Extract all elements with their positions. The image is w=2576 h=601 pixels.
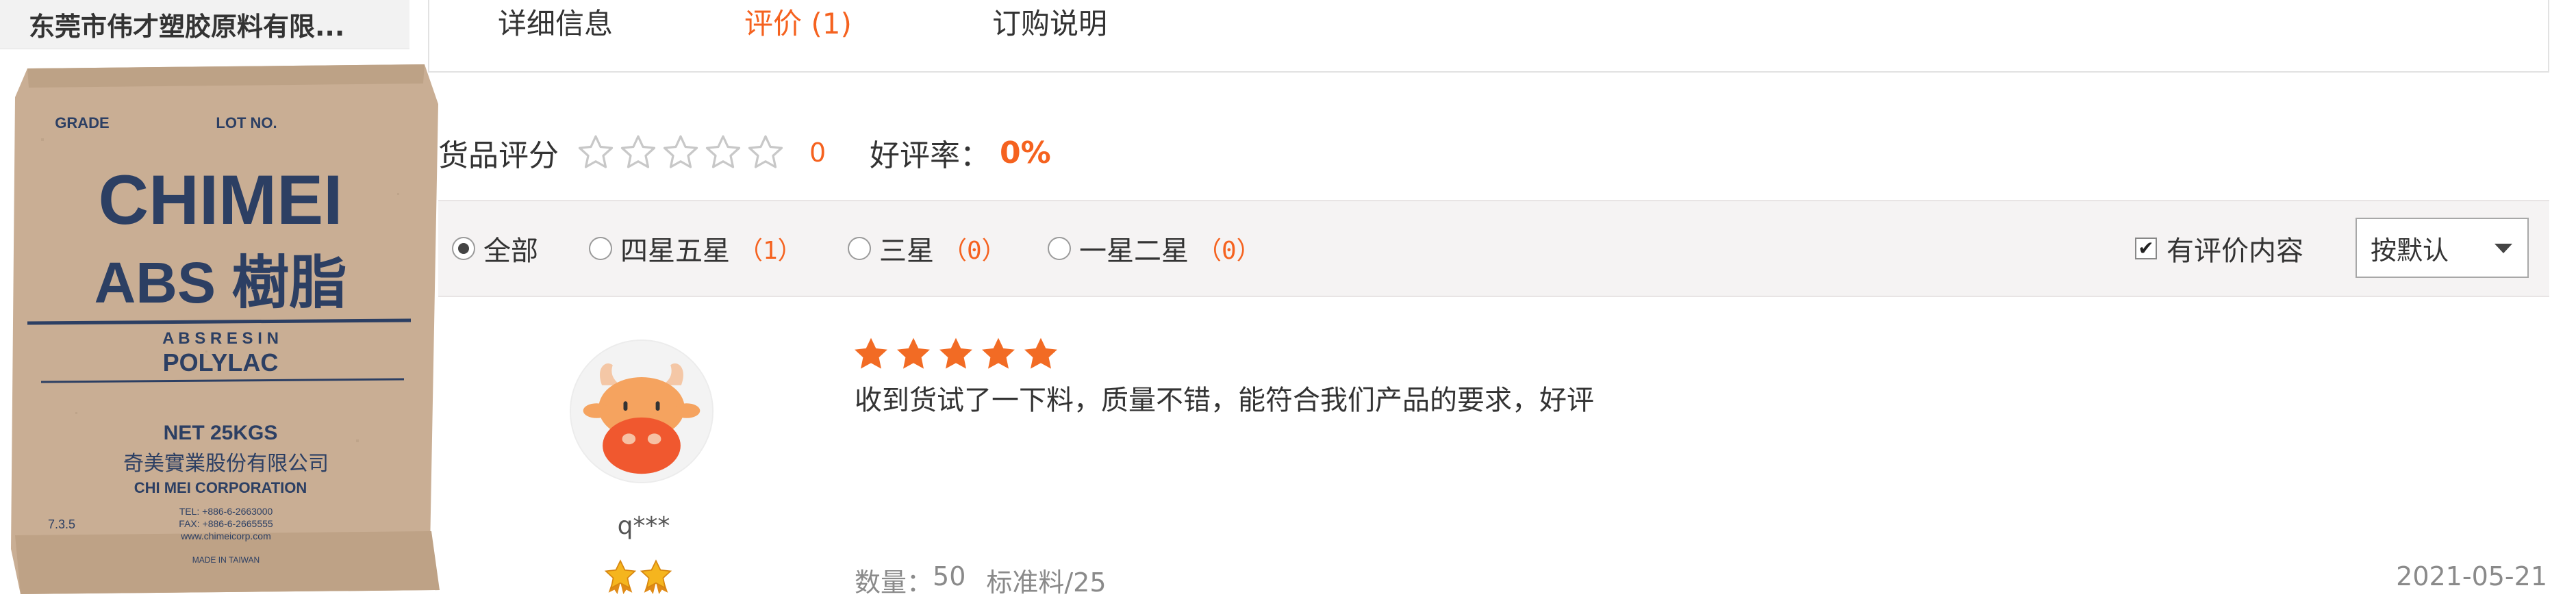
bag-net-weight: NET 25KGS <box>164 422 278 444</box>
star-filled-icon <box>855 337 887 369</box>
star-outline-icon <box>620 135 656 168</box>
quantity-value: 50 <box>933 561 966 591</box>
filter-label: 三星 <box>879 235 934 267</box>
filter-count: （0） <box>942 237 1007 265</box>
caret-down-icon <box>2495 244 2512 253</box>
rating-count: 0 <box>809 138 826 168</box>
review-filter-bar: 全部 四星五星 （1） 三星 （0） 一星二星 （0） ✔ 有评价内容 按默认 <box>438 200 2549 297</box>
filter-three-star[interactable]: 三星 （0） <box>848 201 1007 296</box>
star-filled-icon <box>897 337 930 369</box>
rating-label: 货品评分 <box>438 138 559 173</box>
shop-name[interactable]: 东莞市伟才塑胶原料有限... <box>0 0 409 49</box>
bag-series: POLYLAC <box>163 348 279 376</box>
bag-company-cn: 奇美實業股份有限公司 <box>123 452 329 475</box>
filter-one-two-star[interactable]: 一星二星 （0） <box>1048 201 1261 296</box>
spec-value: 标准料/25 <box>986 567 1107 598</box>
star-filled-icon <box>939 337 972 369</box>
bag-brand: CHIMEI <box>99 161 343 239</box>
star-outline-icon <box>578 135 614 168</box>
bag-fax: FAX: +886-6-2665555 <box>179 518 273 529</box>
bag-web: www.chimeicorp.com <box>180 530 270 541</box>
rating-stars <box>575 129 786 177</box>
reviewer-level <box>603 559 674 594</box>
sort-select[interactable]: 按默认 <box>2356 218 2529 278</box>
star-outline-icon <box>748 135 783 168</box>
filter-four-five-star[interactable]: 四星五星 （1） <box>589 201 803 296</box>
quantity-label: 数量： <box>855 567 933 598</box>
review-date: 2021-05-21 <box>2396 561 2547 591</box>
checkmark-icon: ✔ <box>2138 237 2154 259</box>
bag-origin: MADE IN TAIWAN <box>192 555 260 565</box>
checkbox[interactable]: ✔ <box>2135 238 2157 259</box>
filter-all[interactable]: 全部 <box>452 201 538 296</box>
bag-grade-label: GRADE <box>55 114 109 131</box>
radio-button[interactable] <box>589 237 612 260</box>
reviewer-username: q*** <box>617 512 670 540</box>
filter-label: 四星五星 <box>620 235 730 267</box>
review-meta: 数量： 50 标准料/25 <box>855 561 1107 599</box>
bag-lot-label: LOT NO. <box>216 114 277 131</box>
review-text: 收到货试了一下料，质量不错，能符合我们产品的要求，好评 <box>855 385 1594 416</box>
tab-order-instructions[interactable]: 订购说明 <box>992 0 1107 42</box>
star-filled-icon <box>982 337 1015 369</box>
product-image[interactable]: GRADE LOT NO. CHIMEI ABS 樹脂 A B S R E S … <box>0 56 442 601</box>
sort-value: 按默认 <box>2371 235 2449 266</box>
filter-label: 全部 <box>483 235 538 267</box>
star-filled-icon <box>1024 337 1057 369</box>
tab-reviews[interactable]: 评价 (1) <box>744 0 852 42</box>
star-outline-icon <box>705 135 741 168</box>
filter-count: （1） <box>738 237 803 265</box>
has-content-filter[interactable]: ✔ 有评价内容 <box>2135 201 2303 296</box>
medal-star-icon <box>640 559 672 594</box>
review-stars <box>851 335 1061 375</box>
reviewer-avatar <box>570 340 714 483</box>
positive-rate-value: 0% <box>1000 135 1051 170</box>
positive-rate-label: 好评率： <box>870 138 990 173</box>
bag-stamp: 7.3.5 <box>48 517 75 531</box>
bag-product-line: ABS 樹脂 <box>94 251 347 315</box>
bag-company-en: CHI MEI CORPORATION <box>134 479 307 496</box>
has-content-label: 有评价内容 <box>2167 235 2303 267</box>
star-outline-icon <box>663 135 698 168</box>
bag-tel: TEL: +886-6-2663000 <box>179 506 273 517</box>
tab-details[interactable]: 详细信息 <box>498 0 613 42</box>
tab-bar: 详细信息 评价 (1) 订购说明 <box>428 0 2549 73</box>
cow-avatar-icon <box>571 341 712 482</box>
filter-count: （0） <box>1197 237 1261 265</box>
radio-button[interactable] <box>848 237 871 260</box>
rating-summary: 货品评分 0 好评率： 0% <box>438 129 1397 177</box>
filter-label: 一星二星 <box>1079 235 1189 267</box>
medal-star-icon <box>604 559 637 594</box>
bag-resin-line: A B S R E S I N <box>162 329 279 348</box>
radio-button[interactable] <box>452 237 475 260</box>
radio-button[interactable] <box>1048 237 1071 260</box>
